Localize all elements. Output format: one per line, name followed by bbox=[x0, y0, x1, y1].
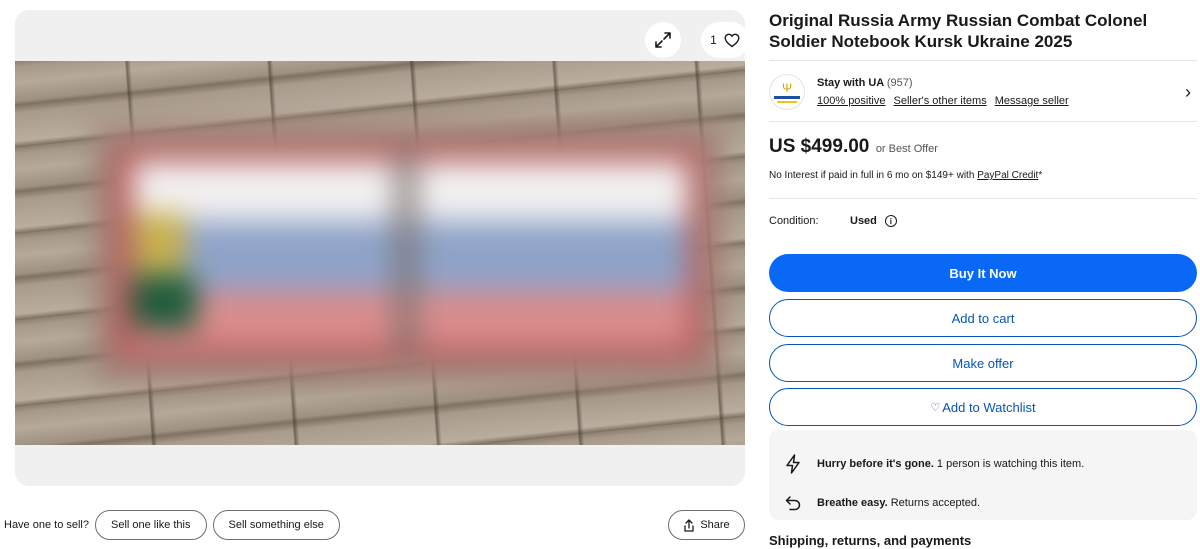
credit-offer: No Interest if paid in full in 6 mo on $… bbox=[769, 170, 1043, 181]
seller-info: Stay with UA (957) 100% positive Seller'… bbox=[817, 77, 1185, 107]
seller-links: 100% positive Seller's other items Messa… bbox=[817, 95, 1185, 107]
share-label: Share bbox=[700, 519, 730, 531]
urgency-panel: Hurry before it's gone. 1 person is watc… bbox=[769, 430, 1197, 520]
hurry-row: Hurry before it's gone. 1 person is watc… bbox=[783, 454, 1084, 474]
listing-page: 1 Have one to sell? Sell one like this S… bbox=[0, 0, 1200, 549]
seller-card[interactable]: Ψ Stay with UA (957) 100% positive Selle… bbox=[769, 62, 1197, 122]
image-gallery[interactable]: 1 bbox=[15, 10, 745, 486]
heart-icon bbox=[724, 33, 740, 47]
other-items-link[interactable]: Seller's other items bbox=[894, 95, 987, 107]
shipping-section-title[interactable]: Shipping, returns, and payments bbox=[769, 533, 971, 548]
condition-value: Used bbox=[850, 215, 877, 227]
best-offer-label: or Best Offer bbox=[875, 143, 938, 155]
condition-label: Condition: bbox=[769, 215, 819, 227]
feedback-count: (957) bbox=[886, 77, 913, 89]
info-icon[interactable]: i bbox=[884, 215, 897, 227]
sell-row: Have one to sell? Sell one like this Sel… bbox=[4, 510, 340, 540]
returns-text: Returns accepted. bbox=[890, 497, 981, 509]
price-block: US $499.00 or Best Offer bbox=[769, 136, 938, 158]
watch-count: 1 bbox=[710, 33, 717, 47]
hurry-text: 1 person is watching this item. bbox=[936, 458, 1085, 470]
returns-row: Breathe easy. Returns accepted. bbox=[783, 493, 980, 513]
paypal-credit-link[interactable]: PayPal Credit bbox=[977, 170, 1038, 181]
seller-name[interactable]: Stay with UA (957) bbox=[817, 77, 1185, 89]
expand-icon bbox=[655, 32, 671, 48]
share-icon bbox=[684, 518, 694, 532]
seller-logo[interactable]: Ψ bbox=[769, 74, 805, 110]
returns-bold: Breathe easy. bbox=[817, 497, 888, 509]
divider bbox=[769, 60, 1197, 61]
trident-icon: Ψ bbox=[781, 80, 793, 95]
buy-it-now-button[interactable]: Buy It Now bbox=[769, 254, 1197, 292]
expand-button[interactable] bbox=[645, 22, 681, 58]
listing-title: Original Russia Army Russian Combat Colo… bbox=[769, 11, 1148, 51]
listing-details: Original Russia Army Russian Combat Colo… bbox=[769, 10, 1197, 548]
sell-one-like-this-button[interactable]: Sell one like this bbox=[95, 510, 207, 540]
divider bbox=[769, 121, 1197, 122]
add-to-watchlist-button[interactable]: ♡ Add to Watchlist bbox=[769, 388, 1197, 426]
listing-photo[interactable] bbox=[15, 61, 745, 445]
chevron-right-icon[interactable]: › bbox=[1185, 82, 1191, 103]
heart-icon: ♡ bbox=[930, 401, 941, 414]
return-arrow-icon bbox=[783, 493, 803, 513]
hurry-bold: Hurry before it's gone. bbox=[817, 458, 934, 470]
positive-feedback-link[interactable]: 100% positive bbox=[817, 95, 886, 107]
condition-row: Condition: Used i bbox=[769, 215, 897, 227]
message-seller-link[interactable]: Message seller bbox=[995, 95, 1069, 107]
divider bbox=[769, 198, 1197, 199]
share-button[interactable]: Share bbox=[668, 510, 745, 540]
lightning-icon bbox=[783, 454, 803, 474]
add-to-cart-button[interactable]: Add to cart bbox=[769, 299, 1197, 337]
price: US $499.00 bbox=[769, 136, 870, 157]
make-offer-button[interactable]: Make offer bbox=[769, 344, 1197, 382]
watch-button[interactable]: 1 bbox=[701, 22, 745, 58]
sell-label: Have one to sell? bbox=[4, 519, 89, 531]
blurred-notebook bbox=[93, 123, 723, 383]
sell-something-else-button[interactable]: Sell something else bbox=[212, 510, 340, 540]
watchlist-label: Add to Watchlist bbox=[942, 399, 1036, 415]
